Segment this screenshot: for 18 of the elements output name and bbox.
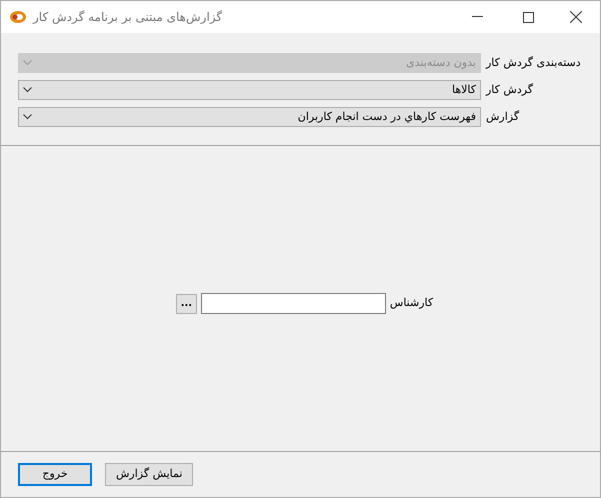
dialog-button[interactable]: نمایش گزارش [105, 463, 194, 486]
close-icon[interactable] [570, 11, 582, 23]
minimize-icon[interactable] [472, 16, 483, 18]
chevron-icon [23, 60, 32, 66]
window-title: گزارش‌های مبتنی بر برنامه گردش کار [33, 9, 222, 26]
dropdown[interactable]: کالاها [18, 80, 481, 100]
chevron-icon [23, 114, 32, 120]
maximize-icon[interactable] [523, 12, 534, 22]
dialog-button[interactable]: خروج [18, 463, 92, 486]
chevron-icon [23, 87, 32, 93]
field-label: کارشناس [390, 295, 434, 312]
field-label: گردش کار [486, 82, 534, 98]
input-field[interactable] [200, 293, 386, 314]
browse-button[interactable]: ... [176, 294, 197, 314]
field-label: گزارش [486, 108, 520, 125]
field-label: دسته‌بندی گردش کار [486, 54, 581, 71]
dropdown[interactable]: فهرست کارهاي در دست انجام کاربران [18, 107, 481, 127]
app-logo-icon [9, 10, 27, 24]
